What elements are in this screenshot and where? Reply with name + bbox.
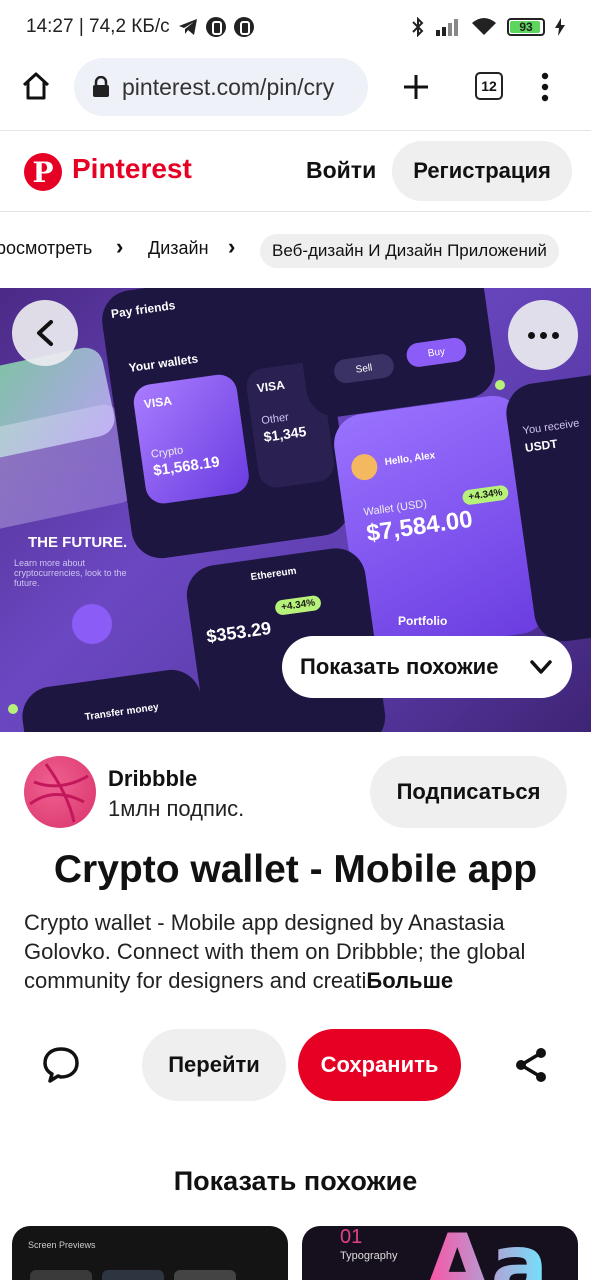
back-arrow-icon [37,320,53,346]
mock-sell: Sell [332,352,396,385]
status-bar: 14:27 | 74,2 КБ/с 93 [0,0,591,54]
author-subscribers: 1млн подпис. [108,796,245,821]
menu-dots-icon[interactable] [540,72,550,102]
back-button[interactable] [12,300,78,366]
thumb-number: 01 [340,1226,363,1248]
more-options-button[interactable] [508,300,578,370]
pin-image[interactable]: THE FUTURE. Learn more about cryptocurre… [0,288,591,732]
avatar[interactable] [24,756,96,828]
author-name[interactable]: Dribbble [108,766,197,792]
thumb-text: Typography [340,1250,398,1262]
mock-text: VISA [143,393,173,412]
login-button[interactable]: Войти [306,157,376,184]
url-text: pinterest.com/pin/cry [122,73,335,100]
mock-text: Ethereum [249,565,298,584]
status-time: 14:27 | 74,2 КБ/с [26,16,170,37]
comment-icon[interactable] [40,1044,82,1086]
thumb-preview [102,1270,164,1280]
battery-indicator: 93 [507,18,545,36]
mock-text: You receive [521,417,581,438]
more-dots-icon [539,331,547,339]
home-icon[interactable] [20,70,52,102]
mock-phone: Transfer money [18,666,214,732]
thumb-preview [174,1270,236,1280]
mock-text: Pay friends [110,298,177,321]
more-dots-icon [551,331,559,339]
mock-text: Transfer money [84,701,160,724]
mock-text: VISA [255,377,286,396]
mock-buy: Buy [405,336,468,369]
status-left: 14:27 | 74,2 КБ/с [26,16,254,38]
mock-text: THE FUTURE. [28,534,128,551]
breadcrumb-item[interactable]: Дизайн [148,238,209,259]
site-header: P Pinterest Войти Регистрация [0,130,591,212]
signal-icon [436,19,458,36]
plus-icon[interactable] [402,73,430,101]
charging-icon [555,18,565,36]
mock-arrow-button [72,604,112,644]
goto-button[interactable]: Перейти [142,1029,286,1101]
app-icon [233,17,254,37]
mock-text: USDT [524,436,559,455]
more-dots-icon [527,331,535,339]
mock-chip: +4.34% [461,484,510,506]
show-similar-button[interactable]: Показать похожие [282,636,572,698]
mock-dot [495,380,505,390]
similar-pin-thumbnail[interactable]: 01 Typography Aa [302,1226,578,1280]
thumb-text: Screen Previews [28,1240,96,1250]
lock-icon [93,76,109,97]
mock-text: Hello, Alex [384,450,436,469]
mock-text: $1,345 [262,423,308,445]
brand-name[interactable]: Pinterest [72,153,192,185]
mock-dot [8,704,18,714]
telegram-icon [178,19,197,35]
show-similar-label: Показать похожие [300,654,499,679]
similar-heading: Показать похожие [173,1166,418,1196]
more-link[interactable]: Больше [366,968,453,993]
status-right: 93 [411,17,565,37]
bluetooth-icon [412,17,424,37]
mock-chip: +4.34% [274,594,323,616]
pinterest-logo-icon[interactable]: P [24,153,62,191]
register-button[interactable]: Регистрация [392,141,572,201]
tabs-icon[interactable]: 12 [475,72,503,100]
chevron-right-icon: › [116,234,124,259]
mock-text: Your wallets [127,351,199,376]
mock-wallet-card: VISA Crypto $1,568.19 [131,372,252,506]
pin-description: Crypto wallet - Mobile app designed by A… [24,908,570,995]
mock-avatar [349,452,380,482]
breadcrumb: росмотреть › Дизайн › Веб-дизайн И Дизай… [0,226,591,274]
chevron-down-icon [530,660,552,674]
mock-text: Portfolio [398,614,448,628]
similar-pin-thumbnail[interactable]: Screen Previews [12,1226,288,1280]
mock-text: Learn more about cryptocurrencies, look … [14,558,127,588]
wifi-icon [472,18,496,35]
dribbble-logo-icon [29,763,89,823]
subscribe-button[interactable]: Подписаться [370,756,567,828]
thumb-preview [30,1270,92,1280]
breadcrumb-item-current[interactable]: Веб-дизайн И Дизайн Приложений [260,234,559,268]
pin-title: Crypto wallet - Mobile app [53,848,538,891]
app-icon [205,17,226,37]
url-bar[interactable]: pinterest.com/pin/cry [74,58,368,116]
save-button[interactable]: Сохранить [298,1029,461,1101]
chevron-right-icon: › [228,234,236,259]
thumb-letters: Aa [424,1226,549,1280]
mock-text: Other [260,411,290,428]
browser-toolbar: pinterest.com/pin/cry 12 [0,54,591,126]
share-icon[interactable] [512,1046,550,1084]
mock-text: $353.29 [205,617,273,647]
breadcrumb-item[interactable]: росмотреть [0,238,92,259]
